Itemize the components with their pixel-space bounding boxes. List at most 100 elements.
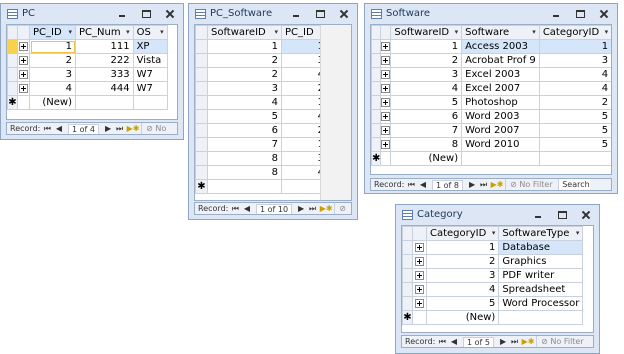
table-row[interactable]: 2 222 Vista [7, 53, 168, 68]
first-record-icon[interactable]: ⏮ [407, 179, 416, 190]
record-selector[interactable] [371, 39, 382, 54]
expand-cell[interactable] [380, 81, 392, 96]
next-record-icon[interactable]: ▶ [297, 203, 306, 214]
record-selector[interactable] [402, 240, 413, 255]
cell-software-type[interactable]: Database [498, 240, 584, 255]
next-record-icon[interactable]: ▶ [104, 123, 113, 134]
table-row[interactable]: 1 Database [402, 240, 584, 255]
corner-selector[interactable] [195, 25, 208, 40]
vertical-scrollbar[interactable] [320, 25, 351, 200]
cell-software-type[interactable]: PDF writer [498, 268, 584, 283]
cell-software-id[interactable] [207, 179, 282, 194]
column-header[interactable]: PC_ID▾ [29, 25, 76, 40]
table-row[interactable]: 2 Acrobat Prof 93 [371, 53, 611, 68]
expand-plus-icon[interactable] [381, 55, 390, 65]
record-position-input[interactable]: 1 of 10 [255, 204, 293, 214]
new-record-star-icon[interactable]: ✱ [371, 151, 382, 166]
table-row[interactable]: 84 [195, 165, 328, 180]
table-row[interactable]: 6 Word 2003 5 [371, 109, 611, 124]
table-row[interactable]: 2 Graphics [402, 254, 584, 269]
software-datasheet[interactable]: SoftwareID ▾ Software ▾ CategoryID ▾ 1 Acces… [370, 24, 612, 175]
column-header[interactable]: SoftwareID ▾ [207, 25, 282, 40]
column-header[interactable]: SoftwareID ▾ [390, 25, 463, 40]
minimize-icon[interactable] [549, 7, 563, 21]
expand-cell[interactable] [380, 95, 392, 110]
cell-software-name[interactable]: Word 2010 [461, 137, 540, 152]
last-record-icon[interactable]: ⏭ [308, 203, 317, 214]
new-record-icon[interactable]: ▶✱ [127, 123, 140, 134]
table-row[interactable]: 4 Spreadsheet [402, 282, 584, 297]
record-selector[interactable] [402, 268, 413, 283]
pc-datasheet[interactable]: PC_ID ▾ PC_Num ▾ OS ▾ 1 111 XP 2 222 Vista [6, 24, 178, 120]
cell-software-id[interactable]: 8 [207, 151, 282, 166]
expand-plus-icon[interactable] [19, 55, 28, 65]
new-record-row[interactable]: ✱ (New) [7, 95, 168, 110]
first-record-icon[interactable]: ⏮ [43, 123, 52, 134]
column-header[interactable]: OS ▾ [132, 25, 168, 40]
sort-arrow-icon[interactable]: ▾ [455, 27, 459, 39]
cell-software-name[interactable]: Excel 2007 [461, 81, 540, 96]
expand-plus-icon[interactable] [415, 242, 424, 252]
maximize-icon[interactable] [555, 208, 569, 222]
maximize-icon[interactable] [573, 7, 587, 21]
corner-selector[interactable] [371, 25, 382, 40]
pc-titlebar[interactable]: PC [1, 4, 183, 24]
sort-arrow-icon[interactable]: ▾ [605, 27, 609, 39]
new-record-icon[interactable]: ▶✱ [522, 336, 535, 347]
new-record-placeholder[interactable]: (New) [390, 151, 463, 166]
table-row[interactable]: 4 Excel 2007 4 [371, 81, 611, 96]
expand-plus-icon[interactable] [381, 139, 390, 149]
search-input[interactable]: Search [558, 179, 590, 190]
record-selector[interactable] [371, 123, 382, 138]
record-selector[interactable] [371, 67, 382, 82]
minimize-icon[interactable] [531, 208, 545, 222]
table-row[interactable]: 41 [195, 95, 328, 110]
table-row[interactable]: 23 [195, 53, 328, 68]
record-selector[interactable] [402, 282, 413, 297]
cell-software-id[interactable]: 7 [207, 137, 282, 152]
close-icon[interactable] [163, 7, 177, 21]
maximize-icon[interactable] [313, 7, 327, 21]
category-titlebar[interactable]: Category [396, 205, 599, 225]
cell-category-id[interactable]: 1 [425, 240, 500, 255]
table-row[interactable]: 1 Access 2003 1 [371, 39, 611, 54]
first-record-icon[interactable]: ⏮ [438, 336, 447, 347]
corner-selector[interactable] [402, 226, 413, 241]
cell-software-name[interactable]: Acrobat Prof 9 [461, 53, 540, 68]
cell-pc-num[interactable]: 333 [75, 67, 134, 82]
previous-record-icon[interactable]: ◀ [242, 203, 251, 214]
expand-plus-icon[interactable] [19, 69, 28, 79]
expand-cell[interactable] [380, 67, 392, 82]
record-selector[interactable] [195, 53, 208, 68]
expand-cell[interactable] [412, 240, 427, 255]
cell-software-name[interactable]: Excel 2003 [461, 67, 540, 82]
expand-plus-icon[interactable] [381, 97, 390, 107]
expand-cell[interactable] [412, 254, 427, 269]
cell-category-id[interactable]: 4 [538, 81, 611, 96]
table-row[interactable]: 54 [195, 109, 328, 124]
table-row[interactable]: 71 [195, 137, 328, 152]
pc-software-datasheet[interactable]: SoftwareID▾ PC_ID▾ 11 23 24 32 41 54 62 … [194, 24, 352, 201]
cell-category-id[interactable]: 3 [538, 53, 611, 68]
cell-pc-num[interactable] [75, 95, 134, 110]
column-header[interactable]: SoftwareType ▾ [498, 226, 584, 241]
cell-pc-id[interactable]: 3 [29, 67, 76, 82]
record-selector[interactable] [7, 81, 18, 96]
sort-arrow-icon[interactable]: ▾ [532, 27, 536, 39]
category-datasheet[interactable]: CategoryID ▾ SoftwareType ▾ 1 Database 2 Gra… [401, 225, 594, 333]
cell-category-id[interactable]: 4 [425, 282, 500, 297]
new-record-star-icon[interactable]: ✱ [7, 95, 18, 110]
no-filter-button[interactable]: ⊘ No Filter [536, 336, 584, 347]
cell-category-id[interactable]: 5 [538, 123, 611, 138]
next-record-icon[interactable]: ▶ [468, 179, 477, 190]
table-row[interactable]: 5 Photoshop 2 [371, 95, 611, 110]
cell-category-id[interactable]: 3 [425, 268, 500, 283]
record-selector[interactable] [195, 137, 208, 152]
expand-cell[interactable] [380, 123, 392, 138]
new-record-star-icon[interactable]: ✱ [402, 310, 413, 325]
cell-category-id[interactable]: 5 [425, 296, 500, 311]
record-position-input[interactable]: 1 of 4 [67, 124, 99, 134]
pc-software-titlebar[interactable]: PC_Software [189, 4, 357, 24]
table-row[interactable]: 3 Excel 2003 4 [371, 67, 611, 82]
cell-software-id[interactable]: 8 [207, 165, 282, 180]
